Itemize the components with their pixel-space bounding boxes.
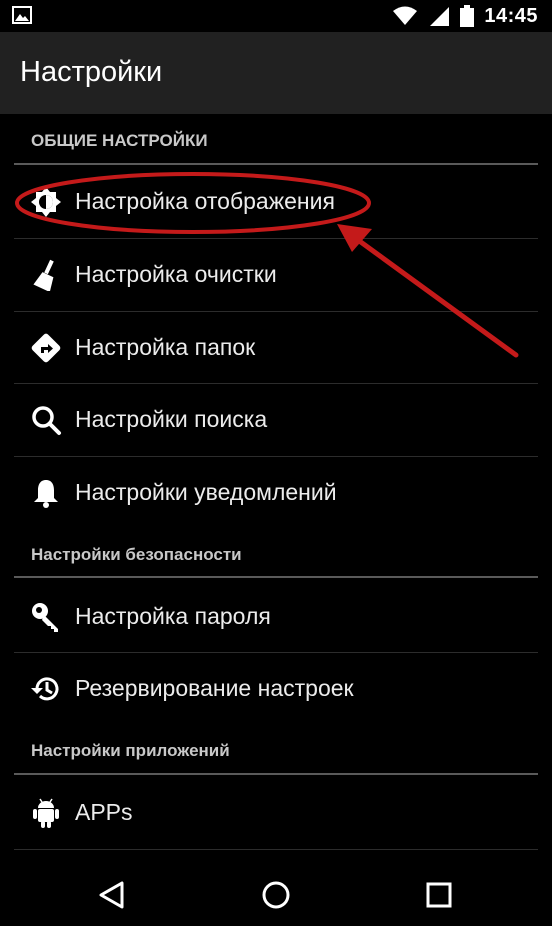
status-time: 14:45: [484, 4, 538, 27]
section-header-security: Настройки безопасности: [31, 545, 242, 564]
settings-item-label: Настройка пароля: [75, 603, 271, 629]
section-header-apps: Настройки приложений: [31, 741, 230, 760]
android-icon: [33, 798, 59, 828]
settings-item-label: Настройки поиска: [75, 406, 268, 432]
settings-item-label: Настройки уведомлений: [75, 479, 337, 505]
settings-item-cleanup[interactable]: Настройка очистки: [0, 239, 552, 311]
history-icon: [31, 677, 59, 701]
settings-item-search[interactable]: Настройки поиска: [0, 384, 552, 456]
settings-item-display[interactable]: Настройка отображения: [0, 166, 552, 238]
settings-item-label: Настройка папок: [75, 334, 256, 360]
settings-item-label: APPs: [75, 799, 133, 825]
page-title: Настройки: [20, 56, 163, 88]
gallery-notification-icon: [12, 6, 32, 24]
settings-item-label: Настройка отображения: [75, 188, 335, 214]
battery-icon: [460, 5, 475, 27]
app-bar: Настройки: [0, 32, 552, 114]
settings-item-label: Резервирование настроек: [75, 675, 354, 701]
key-icon: [32, 603, 58, 632]
directions-icon: [31, 333, 61, 363]
settings-item-password[interactable]: Настройка пароля: [0, 581, 552, 653]
recent-apps-button[interactable]: [422, 878, 456, 912]
settings-item-folders[interactable]: Настройка папок: [0, 312, 552, 384]
item-divider: [14, 849, 538, 850]
section-divider: [14, 576, 538, 578]
signal-icon: [430, 7, 450, 26]
navigation-bar: [0, 862, 552, 926]
settings-item-apps[interactable]: APPs: [0, 777, 552, 849]
section-divider: [14, 773, 538, 775]
settings-item-label: Настройка очистки: [75, 261, 277, 287]
back-button[interactable]: [96, 878, 130, 912]
settings-item-backup[interactable]: Резервирование настроек: [0, 653, 552, 725]
bell-icon: [34, 480, 58, 508]
settings-item-notifications[interactable]: Настройки уведомлений: [0, 457, 552, 529]
section-header-general: ОБЩИЕ НАСТРОЙКИ: [31, 131, 208, 150]
status-bar: 14:45: [0, 0, 552, 32]
section-divider: [14, 163, 538, 165]
broom-icon: [33, 259, 54, 291]
search-icon: [32, 406, 61, 435]
wifi-icon: [393, 6, 418, 25]
home-button[interactable]: [259, 878, 293, 912]
brightness-icon: [31, 187, 61, 217]
